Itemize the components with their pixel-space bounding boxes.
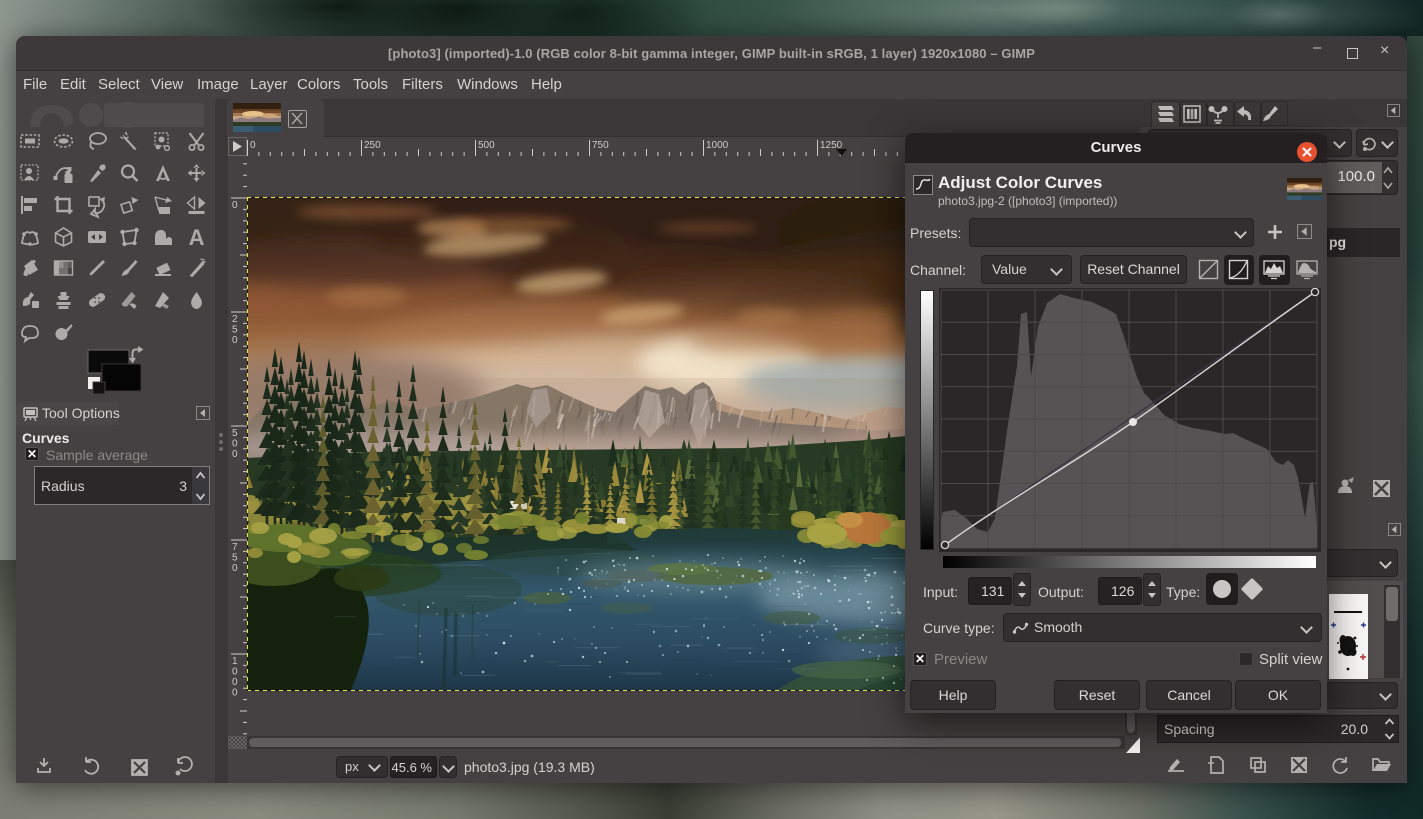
svg-text:500: 500 (478, 140, 495, 151)
svg-text:7: 7 (232, 542, 238, 553)
svg-text:0: 0 (232, 667, 238, 678)
svg-text:5: 5 (232, 428, 238, 439)
svg-text:A: A (189, 225, 205, 250)
svg-text:250: 250 (364, 140, 381, 151)
svg-text:5: 5 (232, 325, 238, 336)
svg-text:0: 0 (232, 688, 238, 699)
svg-text:1: 1 (232, 656, 238, 667)
svg-text:0: 0 (232, 677, 238, 688)
svg-text:2: 2 (232, 314, 238, 325)
svg-text:0: 0 (232, 449, 238, 460)
svg-text:5: 5 (232, 553, 238, 564)
svg-text:0: 0 (232, 563, 238, 574)
svg-text:0: 0 (250, 140, 256, 151)
svg-text:0: 0 (232, 335, 238, 346)
svg-text:0: 0 (232, 439, 238, 450)
svg-text:750: 750 (592, 140, 609, 151)
svg-text:1000: 1000 (706, 140, 729, 151)
svg-text:0: 0 (232, 200, 238, 211)
